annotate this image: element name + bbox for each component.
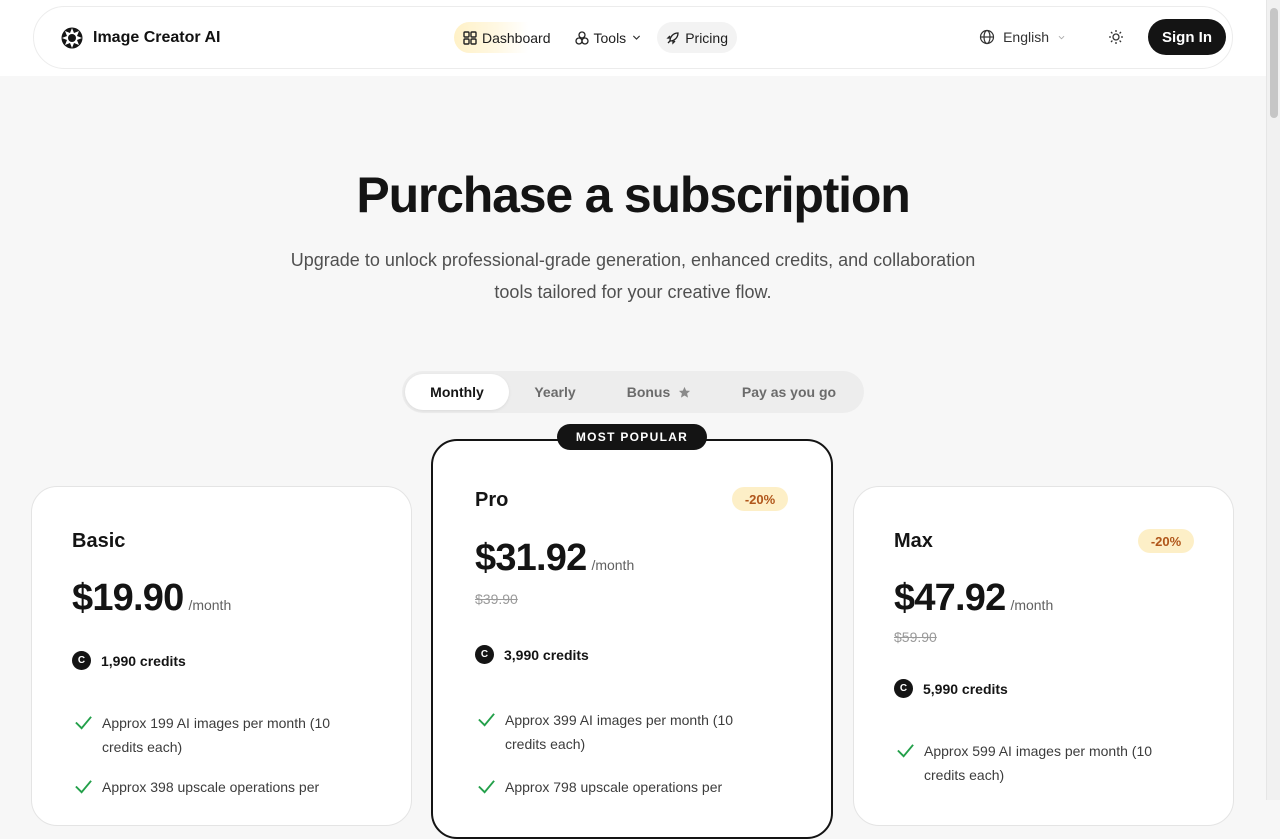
original-price: $59.90: [894, 629, 937, 645]
plan-card-basic: Basic $19.90 /month C 1,990 credits Appr…: [31, 486, 412, 826]
plan-name: Basic: [72, 530, 126, 552]
feature-text: Approx 399 AI images per month (10 credit…: [505, 712, 734, 752]
tab-monthly-label: Monthly: [430, 384, 484, 400]
billing-tabs: Monthly Yearly Bonus Pay as you go: [402, 371, 864, 413]
subtitle-line-1: Upgrade to unlock professional-grade gen…: [290, 250, 976, 270]
price-period: /month: [1010, 597, 1054, 613]
top-bar: Image Creator AI Dashboard Tools Pricing…: [0, 0, 1266, 76]
language-select[interactable]: English: [979, 29, 1066, 45]
nav-dashboard-label: Dashboard: [482, 29, 551, 46]
price-amount: $31.92: [475, 537, 587, 579]
tab-bonus-label: Bonus: [626, 384, 671, 400]
most-popular-badge: MOST POPULAR: [557, 424, 707, 450]
credits-label: 3,990 credits: [504, 646, 589, 663]
subtitle-line-2: tools tailored for your creative flow.: [494, 282, 772, 302]
plan-price: $19.90 /month: [72, 577, 231, 620]
price-amount: $47.92: [894, 577, 1006, 619]
page-subtitle: Upgrade to unlock professional-grade gen…: [256, 244, 1010, 308]
scrollbar[interactable]: [1266, 0, 1280, 800]
tab-payg-label: Pay as you go: [741, 384, 837, 400]
credit-coin-icon: C: [475, 645, 494, 664]
price-amount: $19.90: [72, 577, 184, 619]
logo-icon: [61, 27, 83, 49]
tab-yearly[interactable]: Yearly: [509, 374, 601, 410]
nav-dashboard[interactable]: Dashboard: [454, 22, 560, 53]
tab-bonus[interactable]: Bonus: [601, 374, 717, 410]
tab-pay-as-you-go[interactable]: Pay as you go: [717, 374, 861, 410]
scrollbar-thumb[interactable]: [1270, 8, 1278, 118]
tab-yearly-label: Yearly: [534, 384, 576, 400]
plan-price: $47.92 /month: [894, 577, 1053, 620]
plan-card-max: Max -20% $47.92 /month $59.90 C 5,990 cr…: [853, 486, 1234, 826]
nav-pricing-label: Pricing: [685, 29, 728, 46]
plan-name: Pro: [475, 489, 509, 511]
brand-name: Image Creator AI: [93, 29, 221, 46]
credits-label: 5,990 credits: [923, 680, 1008, 697]
credit-coin-icon: C: [894, 679, 913, 698]
feature-item: Approx 399 AI images per month (10 credit…: [477, 708, 797, 756]
price-period: /month: [188, 597, 232, 613]
nav-pricing[interactable]: Pricing: [657, 22, 737, 53]
feature-text: Approx 798 upscale operations per: [505, 779, 723, 795]
original-price: $39.90: [475, 591, 518, 607]
credit-coin-icon: C: [72, 651, 91, 670]
grid-icon: [463, 30, 477, 45]
sun-icon: [1109, 30, 1123, 44]
language-label: English: [1003, 29, 1049, 45]
price-period: /month: [591, 557, 635, 573]
check-icon: [478, 780, 495, 794]
discount-badge: -20%: [732, 487, 788, 511]
feature-item: Approx 599 AI images per month (10 credit…: [896, 739, 1196, 787]
plan-credits: C 5,990 credits: [894, 679, 1008, 698]
theme-toggle[interactable]: [1106, 27, 1126, 47]
page-title: Purchase a subscription: [356, 167, 910, 223]
discount-badge: -20%: [1138, 529, 1194, 553]
plan-credits: C 3,990 credits: [475, 645, 589, 664]
feature-item: Approx 398 upscale operations per: [74, 775, 374, 799]
feature-item: Approx 199 AI images per month (10 credit…: [74, 711, 374, 759]
check-icon: [75, 780, 92, 794]
brand[interactable]: Image Creator AI: [60, 26, 220, 50]
feature-text: Approx 599 AI images per month (10 credit…: [924, 743, 1153, 783]
credits-label: 1,990 credits: [101, 652, 186, 669]
plan-card-pro: Pro -20% $31.92 /month $39.90 C 3,990 cr…: [431, 439, 833, 839]
chevron-down-icon: [633, 35, 641, 40]
feature-text: Approx 199 AI images per month (10 credit…: [102, 715, 331, 755]
feature-item: Approx 798 upscale operations per: [477, 775, 797, 799]
feature-text: Approx 398 upscale operations per: [102, 779, 320, 795]
rocket-icon: [666, 31, 679, 45]
sign-in-button[interactable]: Sign In: [1148, 19, 1226, 55]
check-icon: [75, 716, 92, 730]
check-icon: [478, 713, 495, 727]
main-nav: Dashboard Tools Pricing: [454, 22, 737, 53]
nav-tools[interactable]: Tools: [566, 22, 652, 53]
shapes-icon: [574, 30, 589, 45]
globe-icon: [979, 29, 995, 45]
check-icon: [897, 744, 914, 758]
plan-price: $31.92 /month: [475, 537, 634, 580]
navbar: Image Creator AI Dashboard Tools Pricing…: [33, 6, 1233, 69]
chevron-down-icon: [1058, 35, 1065, 39]
tab-monthly[interactable]: Monthly: [405, 374, 509, 410]
nav-actions: English Sign In: [979, 19, 1226, 55]
nav-tools-label: Tools: [593, 29, 627, 46]
star-icon: [679, 386, 691, 398]
plan-name: Max: [894, 530, 933, 552]
plan-credits: C 1,990 credits: [72, 651, 186, 670]
